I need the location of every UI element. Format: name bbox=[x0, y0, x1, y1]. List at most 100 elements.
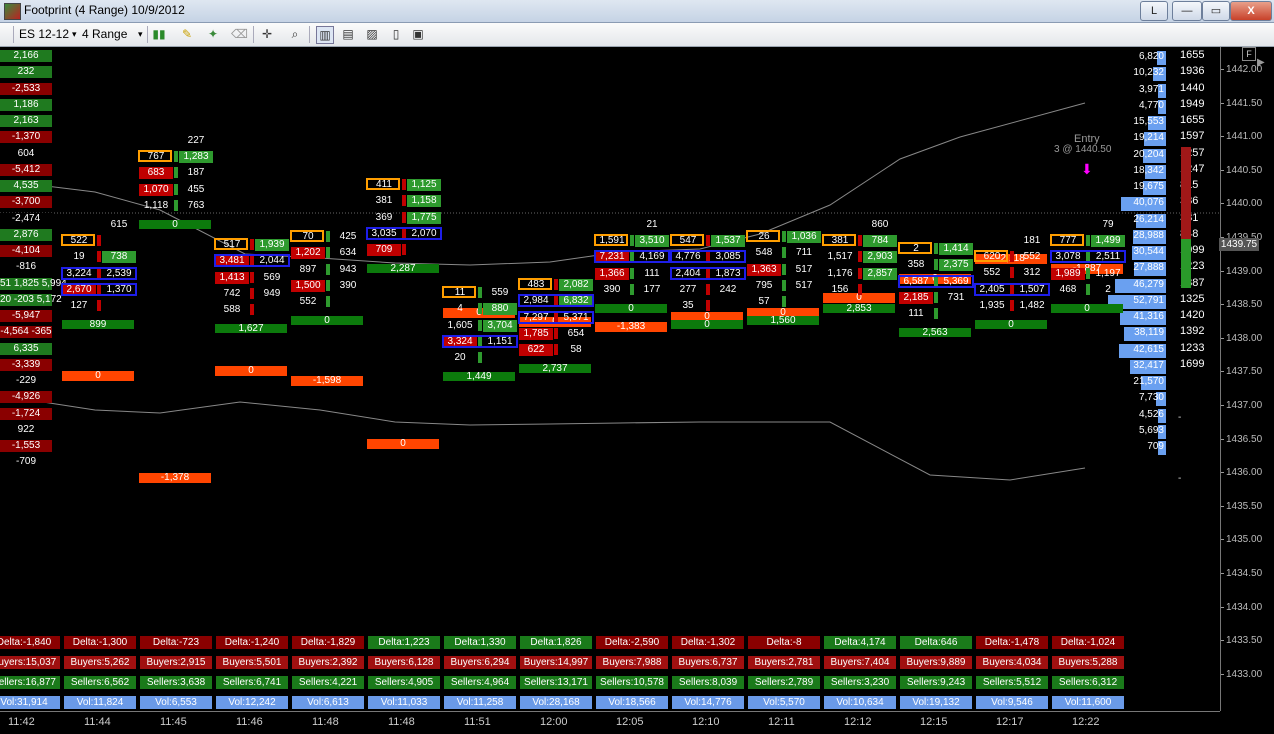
chart-icon[interactable]: ▤ bbox=[340, 26, 356, 42]
page-icon[interactable]: ▯ bbox=[388, 26, 404, 42]
ask-volume-cell: 312 bbox=[1023, 267, 1041, 279]
candle-body bbox=[478, 352, 482, 363]
volume-profile-value: 6,820 bbox=[1138, 51, 1164, 62]
imbalance-box bbox=[670, 234, 704, 246]
price-tick-mark bbox=[1221, 136, 1224, 138]
price-tick-label: 1433.50 bbox=[1226, 635, 1263, 647]
volume-profile-value: 20,204 bbox=[1133, 148, 1164, 160]
vol-stat-cell: Vol:11,258 bbox=[444, 696, 516, 709]
delta-profile-cell: -4,104 bbox=[0, 245, 52, 257]
chevron-down-icon[interactable]: ▾ bbox=[138, 26, 143, 43]
sellers-stat-cell: Sellers:6,312 bbox=[1052, 676, 1124, 689]
sellers-stat-cell: Sellers:6,741 bbox=[216, 676, 288, 689]
delta-profile-cell: 6,335 bbox=[0, 342, 52, 355]
vol-stat-cell: Vol:28,168 bbox=[520, 696, 592, 709]
candle-body bbox=[1010, 267, 1014, 279]
f-button[interactable]: F bbox=[1242, 47, 1256, 61]
price-tick-mark bbox=[1221, 405, 1224, 406]
price-volume-label: 1655 bbox=[1180, 49, 1205, 61]
price-tick-label: 1440.50 bbox=[1226, 164, 1263, 176]
candle-body bbox=[250, 287, 254, 299]
crosshair-icon[interactable]: ✛ bbox=[259, 26, 275, 42]
delta-stat-cell: Delta:-1,302 bbox=[672, 636, 744, 649]
delta-profile-cell: 51 1,825 5,994 bbox=[0, 277, 67, 290]
candle-body bbox=[97, 251, 101, 263]
imbalance-box bbox=[290, 230, 324, 242]
delta-stat-cell: Delta:-1,300 bbox=[64, 636, 136, 649]
candle-body bbox=[174, 167, 178, 179]
candle-body bbox=[782, 296, 786, 307]
poc-box bbox=[214, 254, 290, 268]
candle-body bbox=[402, 211, 406, 223]
vol-stat-cell: Vol:19,132 bbox=[900, 696, 972, 709]
buyers-stat-cell: Buyers:6,294 bbox=[444, 656, 516, 669]
bid-volume-cell: 1,070 bbox=[139, 183, 173, 196]
price-tick-mark bbox=[1221, 673, 1224, 675]
candle-body bbox=[934, 308, 938, 319]
bid-volume-cell: 369 bbox=[375, 211, 393, 223]
eraser-icon[interactable]: ⌫ bbox=[231, 26, 248, 42]
candle-body bbox=[630, 235, 634, 246]
period-selector[interactable]: 4 Range bbox=[82, 26, 127, 43]
candle-body bbox=[250, 271, 254, 283]
price-tick-mark bbox=[1221, 472, 1224, 474]
ask-volume-cell: 1,775 bbox=[407, 211, 441, 224]
footprint-chart[interactable]: 2,166 232 -2,533 1,186 2,163 -1,370 604 -5,412 4… bbox=[0, 47, 1220, 711]
bar-total-volume: 1,627 bbox=[215, 324, 287, 334]
ask-volume-cell: 654 bbox=[567, 327, 585, 339]
pencil-icon[interactable]: ✎ bbox=[179, 26, 195, 42]
close-button[interactable]: X bbox=[1230, 1, 1272, 21]
delta-profile-cell: -1,724 bbox=[0, 407, 52, 420]
delta-stat-cell: Delta:-723 bbox=[140, 636, 212, 649]
panel-icon[interactable]: ▣ bbox=[410, 26, 426, 42]
poc-box bbox=[61, 282, 137, 296]
poc-box bbox=[442, 334, 518, 348]
price-axis[interactable]: 1442.00 1441.50 1441.00 1440.50 1440.00 1439.… bbox=[1181, 47, 1274, 711]
imbalance-box bbox=[518, 278, 552, 290]
link-button[interactable]: L bbox=[1140, 1, 1168, 21]
chevron-down-icon[interactable]: ▾ bbox=[72, 26, 77, 43]
price-tick-label: 1441.50 bbox=[1226, 97, 1263, 109]
buyers-stat-cell: Buyers:6,737 bbox=[672, 656, 744, 669]
candlestick-icon[interactable]: ▮▮ bbox=[151, 26, 167, 42]
imbalance-box bbox=[366, 178, 400, 190]
picture-icon[interactable]: ▨ bbox=[364, 26, 380, 42]
ask-volume-cell: 2 bbox=[1105, 283, 1111, 295]
price-tick-mark bbox=[1221, 371, 1224, 373]
delta-profile-cell: 2,166 bbox=[0, 50, 52, 62]
bid-volume-cell: 20 bbox=[454, 352, 466, 363]
toolbar-separator bbox=[253, 26, 254, 43]
buyers-stat-cell: Buyers:7,988 bbox=[596, 656, 668, 669]
volume-profile-value: 4,526 bbox=[1138, 408, 1164, 420]
entry-price-label: 3 @ 1440.50 bbox=[1054, 144, 1112, 155]
minimize-button[interactable]: — bbox=[1172, 1, 1202, 21]
bid-volume-cell: 1,118 bbox=[143, 199, 169, 211]
bar-icon[interactable]: ▥ bbox=[316, 26, 334, 44]
candle-body bbox=[782, 279, 786, 291]
bid-volume-cell: 35 bbox=[682, 300, 694, 311]
price-tick-label: 1440.00 bbox=[1226, 198, 1263, 210]
bar-total-volume: 2,853 bbox=[823, 304, 895, 314]
ask-volume-cell: 187 bbox=[187, 167, 205, 179]
scroll-right-icon[interactable]: ▶ bbox=[1257, 57, 1265, 68]
time-label: 12:11 bbox=[768, 716, 795, 728]
bid-volume-cell: 548 bbox=[755, 247, 773, 259]
maximize-button[interactable]: ▭ bbox=[1202, 1, 1230, 21]
zoom-icon[interactable]: ⌕ bbox=[287, 26, 303, 42]
candle-body bbox=[250, 239, 254, 250]
candle-body bbox=[402, 179, 406, 190]
bar-extra-value: 860 bbox=[871, 219, 889, 230]
toolbar-separator bbox=[147, 26, 148, 43]
sellers-stat-cell: Sellers:5,512 bbox=[976, 676, 1048, 689]
vol-stat-cell: Vol:12,242 bbox=[216, 696, 288, 709]
price-axis-layer: 1442.00 1441.50 1441.00 1440.50 1440.00 1439.… bbox=[1221, 47, 1274, 711]
instrument-selector[interactable]: ES 12-12 bbox=[19, 26, 69, 43]
bar-total-volume: 0 bbox=[291, 316, 363, 326]
delta-profile-cell: 922 bbox=[0, 423, 52, 436]
ask-volume-cell: 111 bbox=[644, 267, 660, 279]
poc-box bbox=[366, 226, 442, 240]
buyers-stat-cell: Buyers:2,915 bbox=[140, 656, 212, 669]
price-tick-label: 1434.50 bbox=[1226, 568, 1263, 579]
wand-icon[interactable]: ✦ bbox=[205, 26, 221, 42]
buyers-stat-cell: Buyers:2,781 bbox=[748, 656, 820, 669]
